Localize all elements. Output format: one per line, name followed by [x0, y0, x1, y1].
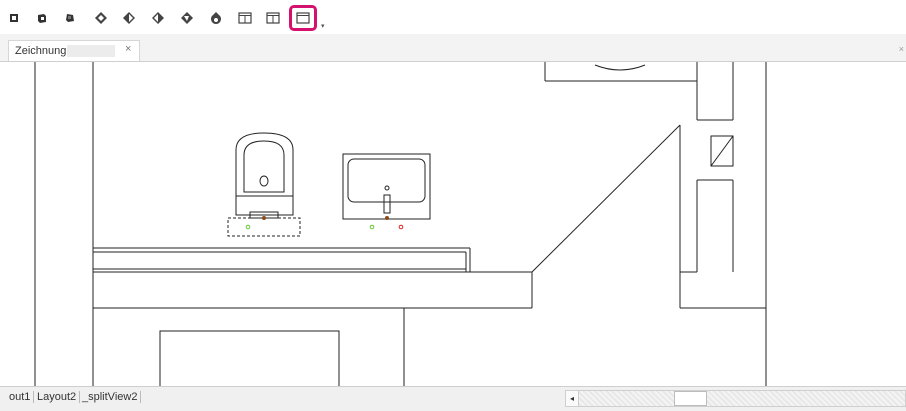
split-view-vertical-icon[interactable] — [233, 6, 257, 30]
scroll-thumb[interactable] — [674, 391, 707, 406]
redacted-filename — [67, 45, 115, 57]
toolbar-overflow-icon[interactable]: ▾ — [321, 22, 325, 30]
layout-tab-layout1[interactable]: out1 — [6, 391, 35, 403]
floor-plan-drawing — [34, 62, 767, 386]
split-view-horizontal-icon[interactable] — [261, 6, 285, 30]
drawing-canvas[interactable] — [0, 62, 906, 386]
layout-tab-bar: out1 Layout2 _splitView2 ◂ — [0, 386, 906, 411]
layout-tab-splitview2[interactable]: _splitView2 — [79, 391, 142, 403]
view-iso-sw-icon[interactable] — [89, 6, 113, 30]
view-front-icon[interactable] — [30, 6, 54, 30]
document-tab-bar: Zeichnung × × — [0, 34, 906, 62]
single-view-icon[interactable] — [289, 5, 317, 31]
scroll-left-arrow-icon[interactable]: ◂ — [566, 391, 579, 406]
view-iso-se-icon[interactable] — [117, 6, 141, 30]
close-panel-icon[interactable]: × — [899, 44, 904, 54]
document-tab[interactable]: Zeichnung × — [8, 40, 140, 61]
view-top-icon[interactable] — [2, 6, 26, 30]
close-tab-icon[interactable]: × — [125, 43, 131, 55]
view-toolbar: ▾ — [0, 0, 906, 34]
document-tab-label: Zeichnung — [15, 45, 67, 57]
view-iso-nw-icon[interactable] — [175, 6, 199, 30]
view-iso-ne-icon[interactable] — [146, 6, 170, 30]
render-icon[interactable] — [204, 6, 228, 30]
horizontal-scrollbar[interactable]: ◂ — [565, 390, 906, 407]
layout-tab-layout2[interactable]: Layout2 — [34, 391, 81, 403]
view-back-icon[interactable] — [58, 6, 82, 30]
